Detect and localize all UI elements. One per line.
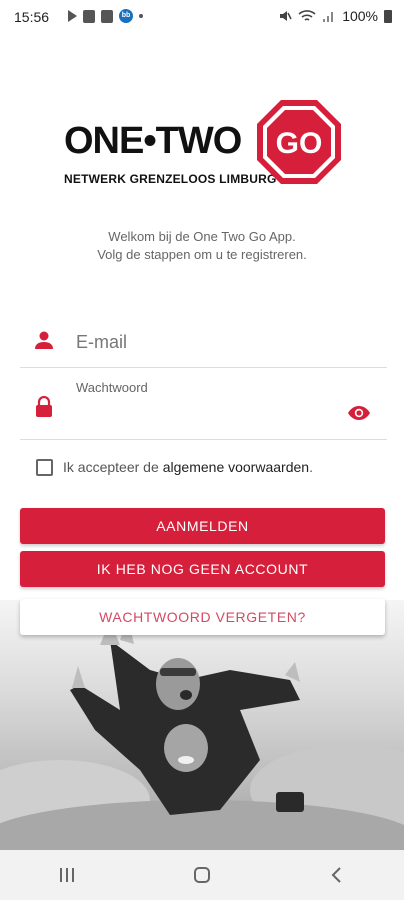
battery-text: 100% (342, 8, 378, 24)
home-button[interactable] (182, 855, 222, 895)
logo-main-text: ONE•TWO (64, 120, 242, 162)
dot-icon (139, 14, 143, 18)
home-icon (193, 867, 210, 883)
logo-octagon: GO (257, 100, 341, 184)
login-button[interactable]: AANMELDEN (20, 508, 385, 544)
wifi-icon (298, 10, 316, 21)
password-input[interactable] (76, 404, 326, 428)
terms-prefix: Ik accepteer de (63, 459, 159, 475)
mute-icon (280, 11, 292, 21)
password-label: Wachtwoord (76, 380, 148, 395)
status-bar: 15:56 bb 100% (0, 0, 404, 34)
password-field: Wachtwoord (20, 372, 387, 440)
email-field (20, 318, 387, 368)
welcome-line-1: Welkom bij de One Two Go App. (108, 229, 296, 244)
logo: ONE•TWO NETWERK GRENZELOOS LIMBURG GO (62, 98, 347, 188)
welcome-line-2: Volg de stappen om u te registreren. (97, 247, 307, 262)
skydivers-image (0, 618, 404, 850)
battery-icon (384, 9, 392, 23)
welcome-text: Welkom bij de One Two Go App. Volg de st… (0, 228, 404, 264)
terms-row: Ik accepteer de algemene voorwaarden . (36, 456, 313, 478)
logo-octagon-text: GO (276, 127, 323, 160)
back-icon (331, 867, 341, 883)
status-time: 15:56 (14, 9, 50, 25)
gallery-icon (83, 9, 95, 23)
person-icon (35, 331, 53, 349)
email-input[interactable] (76, 330, 376, 354)
play-store-icon (68, 10, 77, 22)
nav-bar (0, 850, 404, 900)
skydiving-photo (0, 600, 404, 850)
register-button[interactable]: IK HEB NOG GEEN ACCOUNT (20, 551, 385, 587)
back-button[interactable] (317, 855, 357, 895)
eye-icon[interactable] (347, 404, 371, 422)
lock-icon (36, 396, 52, 417)
signal-icon (323, 12, 334, 22)
logo-subtitle: NETWERK GRENZELOOS LIMBURG (64, 172, 277, 186)
recent-apps-button[interactable] (47, 855, 87, 895)
recent-apps-icon (60, 868, 75, 882)
terms-suffix: . (309, 459, 313, 475)
check-icon (101, 9, 113, 23)
terms-checkbox[interactable] (36, 458, 53, 476)
terms-link[interactable]: algemene voorwaarden (163, 459, 309, 475)
forgot-password-button[interactable]: WACHTWOORD VERGETEN? (20, 599, 385, 635)
bb-icon: bb (119, 9, 133, 23)
